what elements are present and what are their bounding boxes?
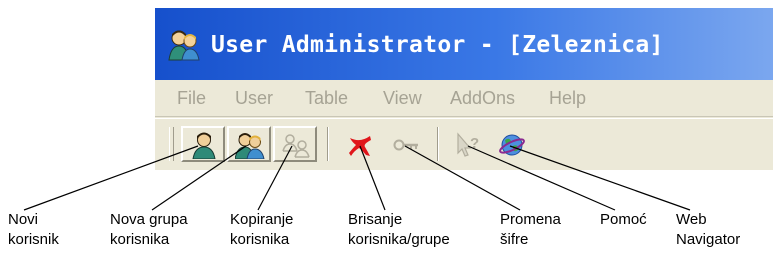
menu-table[interactable]: Table <box>305 88 348 109</box>
menu-file[interactable]: File <box>177 88 206 109</box>
callout-promena: Promena šifre <box>500 211 561 248</box>
group-icon <box>235 133 265 159</box>
help-button[interactable]: ? <box>445 126 489 162</box>
delete-button[interactable] <box>337 126 381 162</box>
toolbar-separator <box>437 127 439 161</box>
change-password-button[interactable] <box>383 126 427 162</box>
web-navigator-button[interactable] <box>489 126 533 162</box>
globe-icon <box>499 134 525 156</box>
copy-user-icon <box>282 134 310 158</box>
help-cursor-icon: ? <box>457 132 479 157</box>
callout-pomoc: Pomoć <box>600 211 647 228</box>
menu-addons[interactable]: AddOns <box>450 88 515 109</box>
key-icon <box>393 139 418 151</box>
title-bar[interactable]: User Administrator - [Zeleznica] <box>155 8 773 80</box>
menu-help[interactable]: Help <box>549 88 586 109</box>
menu-user[interactable]: User <box>235 88 273 109</box>
user-administrator-window: User Administrator - [Zeleznica] File Us… <box>155 8 773 170</box>
new-user-button[interactable] <box>181 126 225 162</box>
toolbar-grip[interactable] <box>169 127 174 161</box>
toolbar: ? <box>155 118 773 171</box>
new-group-button[interactable] <box>227 126 271 162</box>
callout-brisanje: Brisanje korisnika/grupe <box>348 211 450 248</box>
callout-novi-korisnik: Novi korisnik <box>8 211 59 248</box>
callout-nova-grupa: Nova grupa korisnika <box>110 211 188 248</box>
window-title: User Administrator - [Zeleznica] <box>211 32 664 58</box>
red-x-icon <box>349 136 371 156</box>
user-icon <box>192 132 216 159</box>
svg-text:?: ? <box>470 135 479 152</box>
copy-user-button[interactable] <box>273 126 317 162</box>
callout-web-navigator: Web Navigator <box>676 211 741 248</box>
toolbar-separator <box>327 127 329 161</box>
callout-kopiranje: Kopiranje korisnika <box>230 211 294 248</box>
menu-view[interactable]: View <box>383 88 422 109</box>
menu-bar: File User Table View AddOns Help <box>155 80 773 117</box>
users-icon <box>168 30 200 61</box>
